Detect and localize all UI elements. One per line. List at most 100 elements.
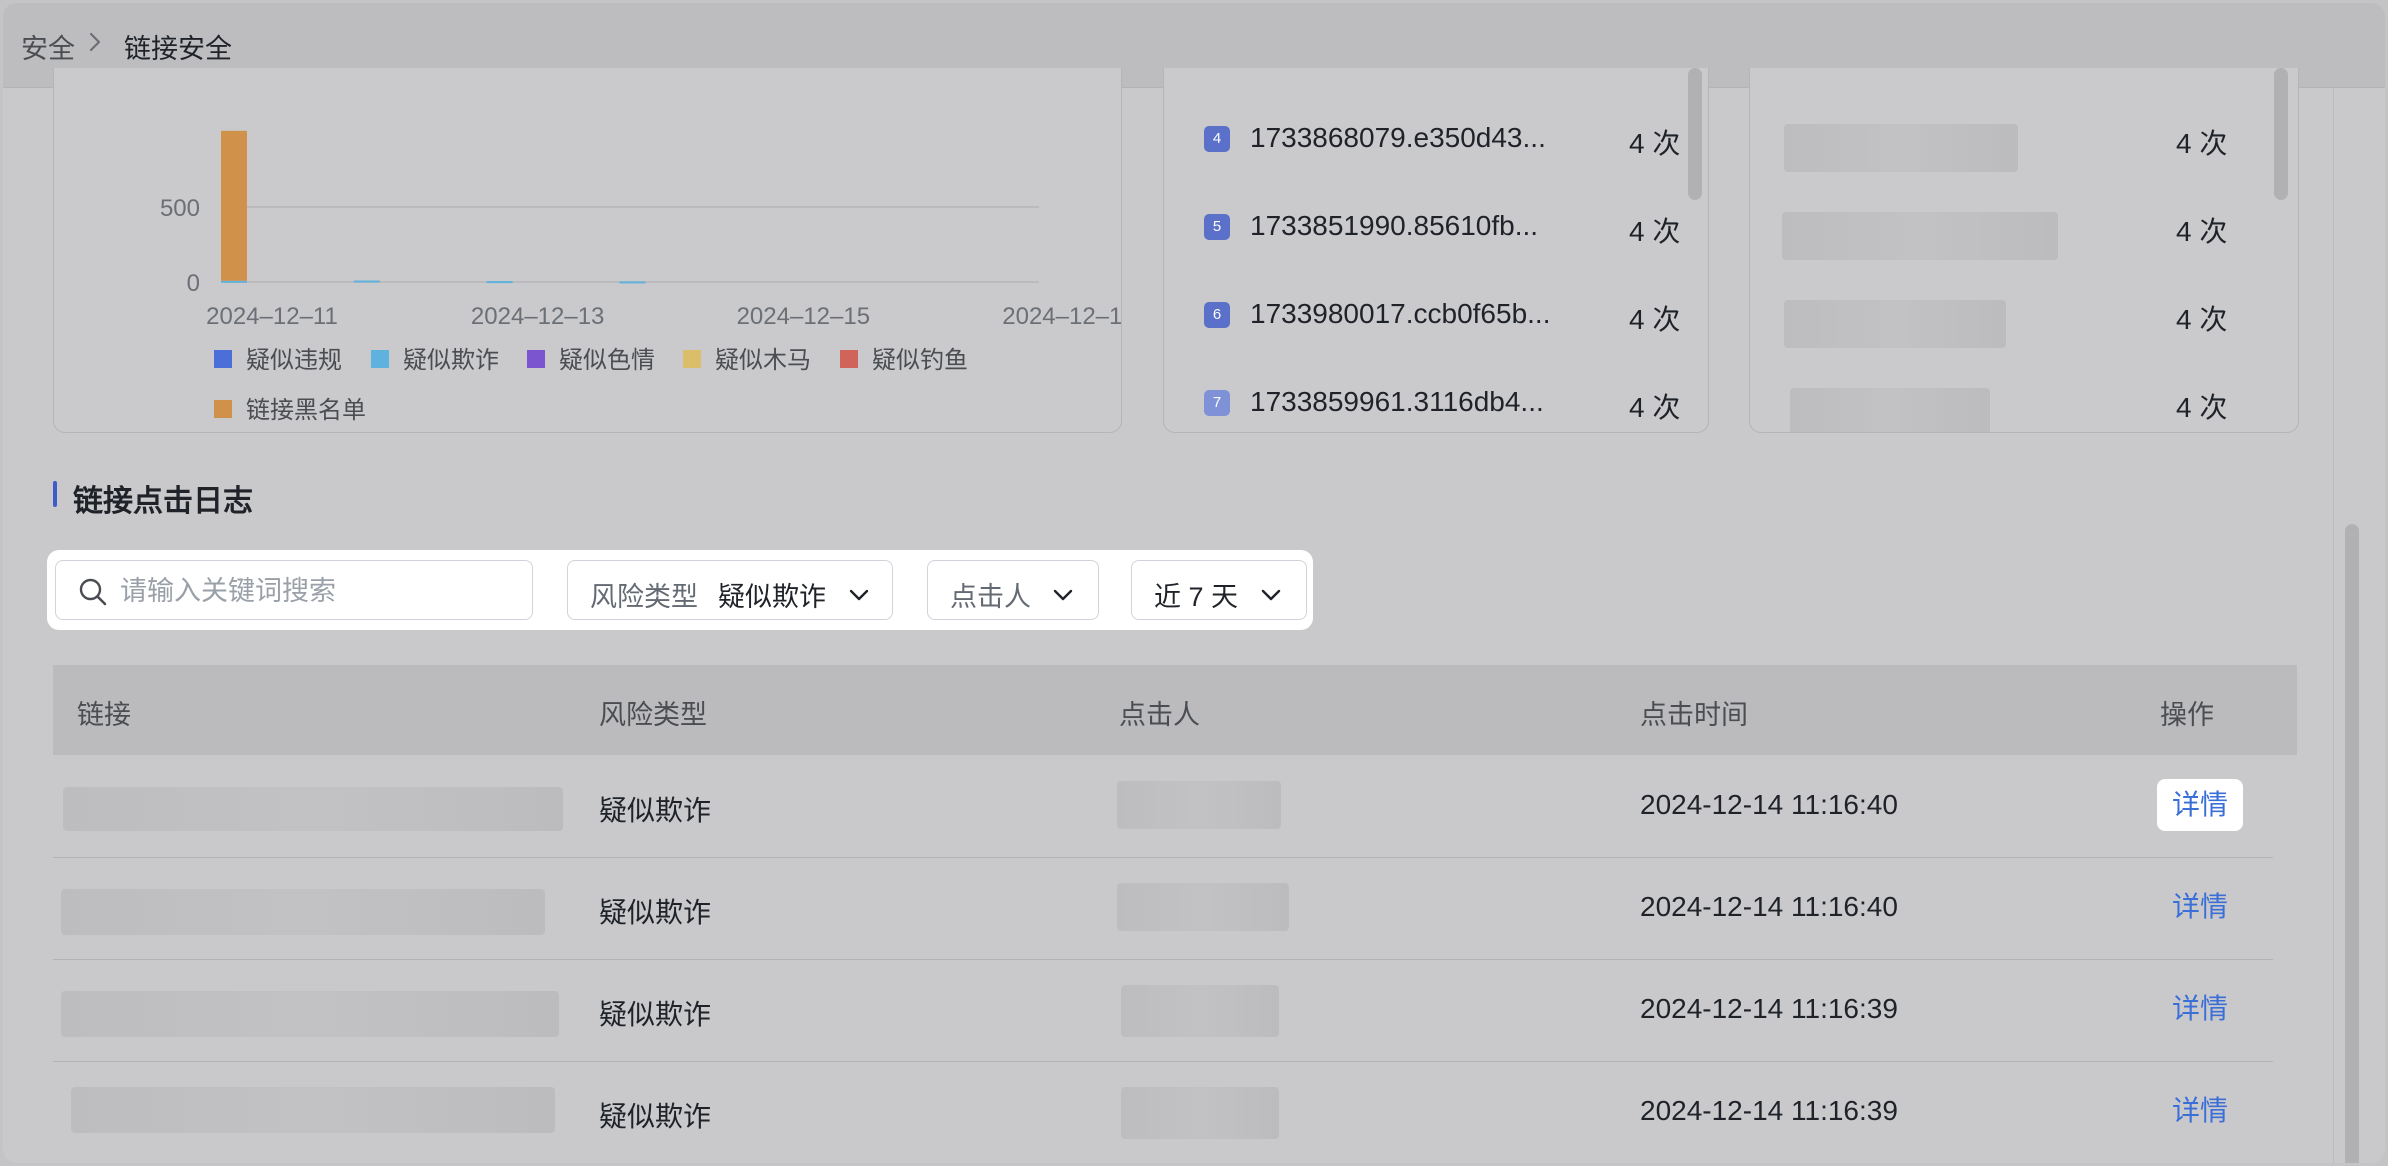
table-row: 疑似欺诈 2024-12-14 11:16:40 详情 bbox=[53, 755, 2273, 858]
redacted-clicker bbox=[1117, 781, 1281, 829]
rank-link: 1733859961.3116db4... bbox=[1250, 386, 1544, 417]
redacted-link bbox=[61, 889, 545, 935]
rank-badge: 5 bbox=[1204, 214, 1230, 240]
main-content: 500 0 2024–12–11 2024–12–13 2024–12–15 2024–1… bbox=[3, 68, 2385, 1163]
table-header: 链接 风险类型 点击人 点击时间 操作 bbox=[53, 665, 2297, 755]
rank-count: 4 次 bbox=[1629, 128, 1681, 159]
rank-count: 4 次 bbox=[1629, 304, 1681, 335]
rank-count: 4 次 bbox=[2176, 304, 2228, 335]
detail-link[interactable]: 详情 bbox=[2157, 983, 2243, 1035]
detail-link[interactable]: 详情 bbox=[2157, 779, 2243, 831]
rank-link: 1733868079.e350d43... bbox=[1250, 122, 1546, 153]
rank-badge: 7 bbox=[1204, 390, 1230, 416]
rank-badge: 6 bbox=[1204, 302, 1230, 328]
rank-count: 4 次 bbox=[2176, 128, 2228, 159]
rank-count: 4 次 bbox=[2176, 216, 2228, 247]
breadcrumb-parent[interactable]: 安全 bbox=[21, 27, 75, 66]
table-row: 疑似欺诈 2024-12-14 11:16:40 详情 bbox=[53, 857, 2273, 960]
risk-type-cell: 疑似欺诈 bbox=[599, 999, 712, 1030]
page-scrollbar[interactable] bbox=[2345, 524, 2359, 1163]
redacted-link bbox=[61, 991, 559, 1037]
detail-link[interactable]: 详情 bbox=[2157, 881, 2243, 933]
risk-type-cell: 疑似欺诈 bbox=[599, 897, 712, 928]
section-title-text: 链接点击日志 bbox=[73, 485, 253, 518]
click-time-cell: 2024-12-14 11:16:40 bbox=[1640, 789, 1898, 820]
legend-swatch bbox=[527, 350, 545, 368]
detail-link[interactable]: 详情 bbox=[2157, 1085, 2243, 1137]
clicker-rank-card: 4 次 4 次 4 次 4 次 bbox=[1749, 68, 2299, 433]
section-title: 链接点击日志 bbox=[53, 476, 253, 518]
table-row: 疑似欺诈 2024-12-14 11:16:39 详情 bbox=[53, 959, 2273, 1062]
legend-label: 疑似欺诈 bbox=[403, 347, 499, 374]
bar-疑似欺诈 bbox=[353, 280, 380, 283]
search-box[interactable] bbox=[55, 560, 533, 620]
bar-疑似欺诈 bbox=[619, 281, 646, 284]
rank-count: 4 次 bbox=[2176, 392, 2228, 423]
legend-label: 链接黑名单 bbox=[246, 397, 366, 424]
chevron-down-icon bbox=[848, 581, 870, 612]
legend-label: 疑似色情 bbox=[559, 347, 655, 374]
legend-swatch bbox=[214, 400, 232, 418]
risk-type-label: 风险类型 bbox=[590, 582, 698, 612]
rank-item[interactable]: 7 1733859961.3116db4... 4 次 bbox=[1204, 382, 1680, 423]
bar-疑似欺诈 bbox=[221, 280, 247, 283]
rank-link: 1733980017.ccb0f65b... bbox=[1250, 298, 1551, 329]
rank-item[interactable]: 5 1733851990.85610fb... 4 次 bbox=[1204, 206, 1680, 247]
risk-type-cell: 疑似欺诈 bbox=[599, 1101, 712, 1132]
link-rank-card: 4 1733868079.e350d43... 4 次 5 1733851990… bbox=[1163, 68, 1709, 433]
rank-badge: 4 bbox=[1204, 126, 1230, 152]
risk-type-value: 疑似欺诈 bbox=[718, 582, 826, 612]
rank-scrollbar[interactable] bbox=[1688, 68, 1702, 200]
rank-item[interactable]: 4 1733868079.e350d43... 4 次 bbox=[1204, 118, 1680, 159]
x-tick-label: 2024–12–11 bbox=[206, 303, 338, 330]
redacted-name bbox=[1790, 388, 1990, 432]
column-header-risk: 风险类型 bbox=[599, 700, 707, 730]
bar-疑似欺诈 bbox=[486, 281, 513, 284]
rank-scrollbar[interactable] bbox=[2274, 68, 2288, 200]
filter-bar: 风险类型 疑似欺诈 点击人 近 7 天 bbox=[47, 550, 1313, 630]
table-row: 疑似欺诈 2024-12-14 11:16:39 详情 bbox=[53, 1061, 2273, 1163]
app-window: 安全 链接安全 500 0 2024–12–11 2024–12–13 2024–12–… bbox=[3, 3, 2385, 1163]
click-time-cell: 2024-12-14 11:16:40 bbox=[1640, 891, 1898, 922]
chevron-right-icon bbox=[87, 30, 103, 61]
time-range-value: 近 7 天 bbox=[1154, 582, 1239, 612]
y-tick-label: 500 bbox=[160, 195, 200, 222]
y-tick-label: 0 bbox=[187, 270, 200, 297]
redacted-clicker bbox=[1121, 1087, 1279, 1139]
chevron-down-icon bbox=[1052, 581, 1074, 612]
search-input[interactable] bbox=[118, 572, 522, 610]
clicker-dropdown[interactable]: 点击人 bbox=[927, 560, 1099, 620]
content-divider bbox=[2333, 88, 2334, 1163]
column-header-time: 点击时间 bbox=[1640, 700, 1748, 730]
redacted-clicker bbox=[1117, 883, 1289, 931]
bar-链接黑名单 bbox=[221, 130, 247, 281]
rank-count: 4 次 bbox=[1629, 392, 1681, 423]
risk-trend-chart-card: 500 0 2024–12–11 2024–12–13 2024–12–15 2024–1… bbox=[53, 68, 1122, 433]
legend-swatch bbox=[214, 350, 232, 368]
x-tick-label: 2024–12–15 bbox=[737, 303, 870, 330]
legend-swatch bbox=[683, 350, 701, 368]
risk-type-cell: 疑似欺诈 bbox=[599, 795, 712, 826]
legend-swatch bbox=[371, 350, 389, 368]
redacted-name bbox=[1782, 212, 2058, 260]
rank-item[interactable]: 6 1733980017.ccb0f65b... 4 次 bbox=[1204, 294, 1680, 335]
click-time-cell: 2024-12-14 11:16:39 bbox=[1640, 1095, 1898, 1126]
redacted-name bbox=[1784, 300, 2006, 348]
legend-label: 疑似钓鱼 bbox=[872, 347, 968, 374]
risk-type-dropdown[interactable]: 风险类型 疑似欺诈 bbox=[567, 560, 893, 620]
search-icon bbox=[78, 577, 108, 612]
x-tick-label: 2024–12–13 bbox=[471, 303, 604, 330]
x-tick-label: 2024–12–17 bbox=[1002, 303, 1121, 330]
breadcrumb-current: 链接安全 bbox=[124, 34, 232, 64]
rank-count: 4 次 bbox=[1629, 216, 1681, 247]
rank-link: 1733851990.85610fb... bbox=[1250, 210, 1539, 241]
legend-swatch bbox=[840, 350, 858, 368]
click-time-cell: 2024-12-14 11:16:39 bbox=[1640, 993, 1898, 1024]
redacted-clicker bbox=[1121, 985, 1279, 1037]
column-header-clicker: 点击人 bbox=[1119, 700, 1200, 730]
legend-label: 疑似木马 bbox=[715, 347, 811, 374]
column-header-link: 链接 bbox=[77, 700, 131, 730]
redacted-link bbox=[71, 1087, 555, 1133]
title-accent-bar bbox=[53, 481, 57, 507]
time-range-dropdown[interactable]: 近 7 天 bbox=[1131, 560, 1307, 620]
